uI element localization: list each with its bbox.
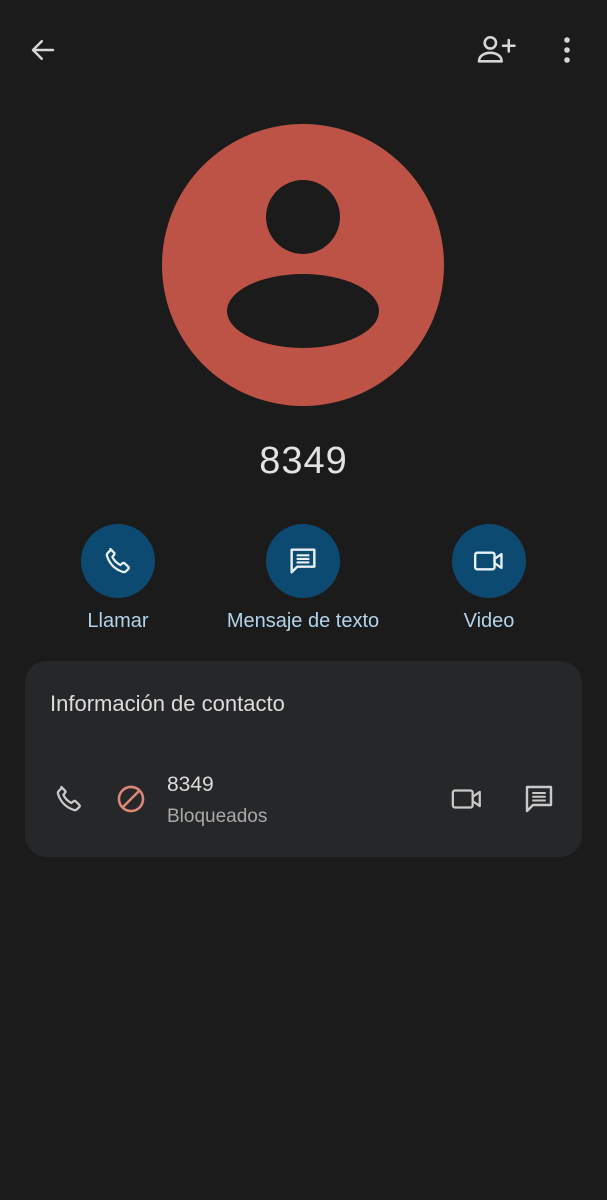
video-button[interactable] xyxy=(452,524,526,598)
videocam-icon xyxy=(451,789,481,809)
blocked-indicator xyxy=(111,779,151,819)
contact-name: 8349 xyxy=(259,440,348,482)
add-contact-button[interactable] xyxy=(470,28,522,72)
more-options-button[interactable] xyxy=(548,28,586,72)
call-action[interactable]: Llamar xyxy=(18,524,218,633)
person-placeholder-body xyxy=(227,274,379,348)
contact-detail-screen: 8349 Llamar Mensaje de texto Video Infor… xyxy=(0,0,607,1200)
text-message-button[interactable] xyxy=(266,524,340,598)
contact-info-title: Información de contacto xyxy=(50,691,285,716)
video-label: Video xyxy=(463,610,515,632)
send-message-button[interactable] xyxy=(519,779,559,819)
block-icon xyxy=(117,785,145,813)
call-label: Llamar xyxy=(87,610,149,632)
phone-icon xyxy=(105,547,130,574)
videocam-icon xyxy=(473,551,503,571)
message-icon xyxy=(290,548,316,574)
person-placeholder-icon xyxy=(266,180,340,254)
video-call-button[interactable] xyxy=(445,779,489,819)
text-message-action[interactable]: Mensaje de texto xyxy=(203,524,403,633)
back-button[interactable] xyxy=(20,28,66,72)
call-button[interactable] xyxy=(81,524,155,598)
contact-info-card: Información de contacto 8349 Bloqueados xyxy=(25,661,582,857)
more-vert-icon xyxy=(564,37,570,63)
contact-avatar xyxy=(162,124,444,406)
phone-icon xyxy=(56,785,81,812)
call-number-button[interactable] xyxy=(49,779,89,819)
video-action[interactable]: Video xyxy=(389,524,589,633)
phone-number[interactable]: 8349 xyxy=(167,773,214,797)
text-message-label: Mensaje de texto xyxy=(226,610,380,632)
message-icon xyxy=(525,785,553,813)
arrow-left-icon xyxy=(31,40,55,60)
person-add-icon xyxy=(477,35,516,63)
blocked-status: Bloqueados xyxy=(167,806,268,827)
